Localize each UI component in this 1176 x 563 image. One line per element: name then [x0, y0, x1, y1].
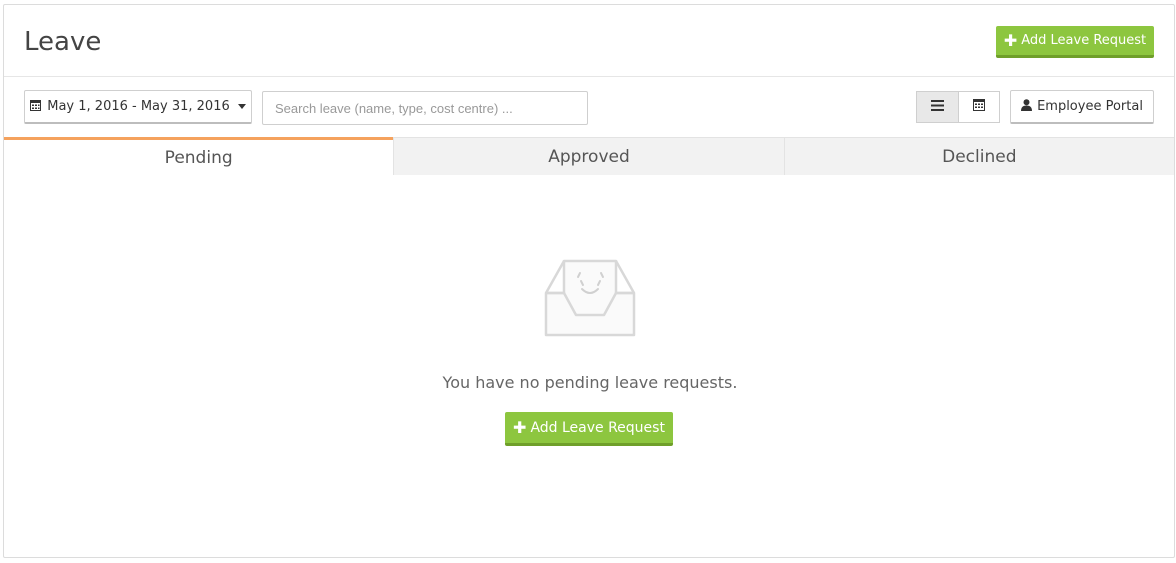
- page-header: Leave ✚ Add Leave Request: [4, 5, 1174, 77]
- tab-approved[interactable]: Approved: [393, 137, 784, 175]
- empty-state: You have no pending leave requests. ✚ Ad…: [4, 175, 1174, 558]
- calendar-icon: [972, 98, 985, 116]
- list-icon: [930, 98, 944, 116]
- plus-icon: ✚: [513, 417, 527, 437]
- empty-inbox-icon: [544, 255, 636, 342]
- add-leave-request-button-empty[interactable]: ✚ Add Leave Request: [505, 412, 673, 446]
- date-range-picker[interactable]: May 1, 2016 - May 31, 2016: [24, 90, 252, 124]
- tab-pending[interactable]: Pending: [4, 137, 394, 175]
- user-icon: [1021, 98, 1033, 115]
- page-title: Leave: [24, 27, 102, 57]
- calendar-view-button[interactable]: [957, 91, 1000, 123]
- calendar-icon: [30, 99, 42, 115]
- plus-icon: ✚: [1003, 30, 1018, 50]
- status-tabs: Pending Approved Declined: [4, 137, 1174, 175]
- chevron-down-icon: [237, 104, 246, 109]
- employee-portal-button[interactable]: Employee Portal: [1010, 90, 1154, 124]
- add-leave-request-button[interactable]: ✚ Add Leave Request: [996, 26, 1154, 58]
- employee-portal-label: Employee Portal: [1037, 99, 1143, 114]
- view-toggle: [916, 91, 1000, 123]
- date-range-label: May 1, 2016 - May 31, 2016: [47, 99, 230, 114]
- leave-panel: Leave ✚ Add Leave Request May 1, 2016 - …: [3, 4, 1175, 558]
- list-view-button[interactable]: [916, 91, 958, 123]
- add-leave-request-label: Add Leave Request: [530, 419, 665, 436]
- empty-state-message: You have no pending leave requests.: [442, 373, 738, 392]
- tab-declined[interactable]: Declined: [783, 137, 1174, 175]
- toolbar: May 1, 2016 - May 31, 2016 Search leave …: [4, 78, 1174, 137]
- search-input[interactable]: [262, 91, 588, 125]
- add-leave-request-label: Add Leave Request: [1021, 33, 1147, 48]
